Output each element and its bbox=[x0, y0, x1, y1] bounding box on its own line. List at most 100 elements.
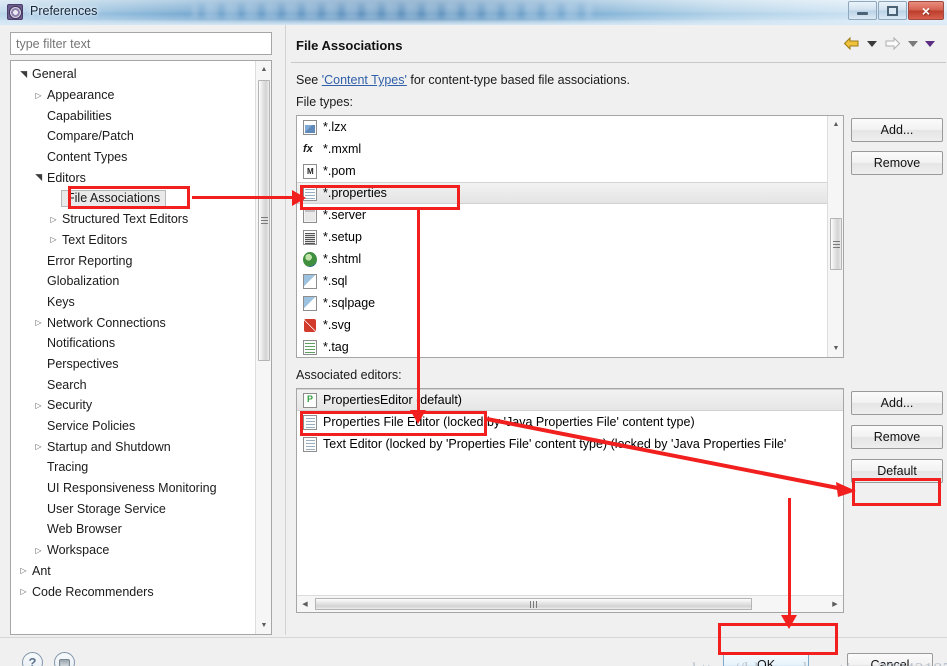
scroll-right-icon[interactable]: ▶ bbox=[827, 596, 843, 612]
ok-button[interactable]: OK bbox=[723, 653, 809, 666]
sidebar-item-label: Notifications bbox=[47, 336, 116, 351]
back-arrow-icon[interactable] bbox=[843, 36, 860, 51]
sidebar-item-keys[interactable]: Keys bbox=[11, 292, 256, 313]
scroll-down-icon[interactable]: ▼ bbox=[828, 340, 843, 357]
preferences-tree[interactable]: ◢ General ▷ Appearance Capabilities Compare/P… bbox=[10, 60, 272, 635]
sidebar-item-capabilities[interactable]: Capabilities bbox=[11, 105, 256, 126]
sidebar-item-ui-responsiveness-monitoring[interactable]: UI Responsiveness Monitoring bbox=[11, 478, 256, 499]
sidebar-item-appearance[interactable]: ▷ Appearance bbox=[11, 85, 256, 106]
sidebar-item-editors[interactable]: ◢ Editors bbox=[11, 167, 256, 188]
remove-file-type-button[interactable]: Remove bbox=[851, 151, 943, 175]
scroll-up-icon[interactable]: ▲ bbox=[256, 61, 271, 78]
window-title: Preferences bbox=[30, 4, 98, 18]
file-type-row[interactable]: *.setup bbox=[297, 226, 843, 248]
file-type-row[interactable]: fx *.mxml bbox=[297, 138, 843, 160]
add-file-type-button[interactable]: Add... bbox=[851, 118, 943, 142]
sidebar-item-startup-and-shutdown[interactable]: ▷ Startup and Shutdown bbox=[11, 436, 256, 457]
sidebar-item-ant[interactable]: ▷ Ant bbox=[11, 561, 256, 582]
collapsed-triangle-icon[interactable]: ▷ bbox=[32, 546, 45, 555]
editors-scroll-thumb[interactable] bbox=[315, 598, 752, 610]
file-type-row[interactable]: *.pom bbox=[297, 160, 843, 182]
back-menu-chevron-down-icon[interactable] bbox=[867, 40, 877, 47]
sidebar-item-content-types[interactable]: Content Types bbox=[11, 147, 256, 168]
file-types-list[interactable]: *.lzx fx *.mxml *.pom *.properties *.server *.… bbox=[296, 115, 844, 358]
scroll-up-icon[interactable]: ▲ bbox=[828, 116, 843, 133]
sidebar-item-network-connections[interactable]: ▷ Network Connections bbox=[11, 312, 256, 333]
sidebar-item-notifications[interactable]: Notifications bbox=[11, 333, 256, 354]
sidebar-item-web-browser[interactable]: Web Browser bbox=[11, 519, 256, 540]
associated-editor-label: Text Editor (locked by 'Properties File'… bbox=[323, 437, 787, 451]
sidebar-item-user-storage-service[interactable]: User Storage Service bbox=[11, 498, 256, 519]
filter-input[interactable] bbox=[10, 32, 272, 55]
sidebar-item-label: Code Recommenders bbox=[32, 584, 154, 599]
sidebar-item-error-reporting[interactable]: Error Reporting bbox=[11, 250, 256, 271]
remove-editor-button[interactable]: Remove bbox=[851, 425, 943, 449]
associated-editors-list[interactable]: PropertiesEditor (default) Properties Fil… bbox=[296, 388, 844, 613]
file-type-label: *.properties bbox=[323, 186, 387, 200]
sidebar-item-code-recommenders[interactable]: ▷ Code Recommenders bbox=[11, 581, 256, 602]
collapsed-triangle-icon[interactable]: ▷ bbox=[32, 91, 45, 100]
expanded-triangle-icon[interactable]: ◢ bbox=[18, 68, 29, 81]
scroll-left-icon[interactable]: ◀ bbox=[297, 596, 313, 612]
collapsed-triangle-icon[interactable]: ▷ bbox=[47, 215, 60, 224]
file-type-row[interactable]: *.properties bbox=[297, 182, 843, 204]
tag-file-icon bbox=[303, 339, 317, 355]
more-chevron-down-icon[interactable] bbox=[925, 40, 935, 47]
default-editor-button[interactable]: Default bbox=[851, 459, 943, 483]
file-type-row[interactable]: *.sqlpage bbox=[297, 292, 843, 314]
tree-scroll-thumb[interactable] bbox=[258, 80, 270, 361]
file-type-row[interactable]: *.lzx bbox=[297, 116, 843, 138]
associated-editor-row[interactable]: Properties File Editor (locked by 'Java … bbox=[297, 411, 843, 433]
collapsed-triangle-icon[interactable]: ▷ bbox=[32, 442, 45, 451]
file-types-scroll-thumb[interactable] bbox=[830, 218, 842, 270]
associated-editor-row[interactable]: Text Editor (locked by 'Properties File'… bbox=[297, 433, 843, 455]
sidebar-item-text-editors[interactable]: ▷ Text Editors bbox=[11, 230, 256, 251]
collapsed-triangle-icon[interactable]: ▷ bbox=[32, 318, 45, 327]
file-type-row[interactable]: *.sql bbox=[297, 270, 843, 292]
expanded-triangle-icon[interactable]: ◢ bbox=[33, 171, 44, 184]
sidebar-item-globalization[interactable]: Globalization bbox=[11, 271, 256, 292]
sidebar-item-structured-text-editors[interactable]: ▷ Structured Text Editors bbox=[11, 209, 256, 230]
sidebar-item-file-associations[interactable]: File Associations bbox=[11, 188, 256, 209]
file-type-label: *.tag bbox=[323, 340, 349, 354]
sidebar-item-perspectives[interactable]: Perspectives bbox=[11, 354, 256, 375]
maximize-icon[interactable] bbox=[878, 1, 907, 20]
close-glyph: × bbox=[921, 2, 931, 19]
collapsed-triangle-icon[interactable]: ▷ bbox=[47, 235, 60, 244]
forward-arrow-icon[interactable] bbox=[884, 36, 901, 51]
tree-vertical-scrollbar[interactable]: ▲ ▼ bbox=[255, 61, 271, 634]
sidebar-item-tracing[interactable]: Tracing bbox=[11, 457, 256, 478]
add-editor-button[interactable]: Add... bbox=[851, 391, 943, 415]
sidebar-item-general[interactable]: ◢ General bbox=[11, 64, 256, 85]
file-type-label: *.mxml bbox=[323, 142, 362, 156]
close-icon[interactable]: × bbox=[908, 1, 944, 20]
editor-icon bbox=[303, 414, 317, 430]
scroll-down-icon[interactable]: ▼ bbox=[256, 617, 271, 634]
sidebar-item-compare-patch[interactable]: Compare/Patch bbox=[11, 126, 256, 147]
file-types-vertical-scrollbar[interactable]: ▲ ▼ bbox=[827, 116, 843, 357]
sidebar-item-workspace[interactable]: ▷ Workspace bbox=[11, 540, 256, 561]
sidebar-item-search[interactable]: Search bbox=[11, 374, 256, 395]
cancel-button[interactable]: Cancel bbox=[847, 653, 933, 666]
description-suffix: for content-type based file associations… bbox=[406, 73, 630, 87]
help-icon[interactable]: ? bbox=[22, 652, 43, 666]
editors-horizontal-scrollbar[interactable]: ◀ ▶ bbox=[297, 595, 843, 612]
collapsed-triangle-icon[interactable]: ▷ bbox=[17, 587, 30, 596]
minimize-icon[interactable] bbox=[848, 1, 877, 20]
forward-menu-chevron-down-icon[interactable] bbox=[908, 40, 918, 47]
file-type-label: *.shtml bbox=[323, 252, 362, 266]
sidebar-item-service-policies[interactable]: Service Policies bbox=[11, 416, 256, 437]
file-type-row[interactable]: *.tag bbox=[297, 336, 843, 357]
sidebar-item-label: Ant bbox=[32, 563, 51, 578]
restore-defaults-icon[interactable] bbox=[54, 652, 75, 666]
collapsed-triangle-icon[interactable]: ▷ bbox=[32, 401, 45, 410]
file-type-label: *.svg bbox=[323, 318, 351, 332]
collapsed-triangle-icon[interactable]: ▷ bbox=[17, 566, 30, 575]
content-types-link[interactable]: 'Content Types' bbox=[322, 73, 407, 87]
associated-editor-row[interactable]: PropertiesEditor (default) bbox=[297, 389, 843, 411]
svg-file-icon bbox=[303, 318, 317, 333]
file-type-row[interactable]: *.svg bbox=[297, 314, 843, 336]
file-type-row[interactable]: *.shtml bbox=[297, 248, 843, 270]
file-type-row[interactable]: *.server bbox=[297, 204, 843, 226]
sidebar-item-security[interactable]: ▷ Security bbox=[11, 395, 256, 416]
